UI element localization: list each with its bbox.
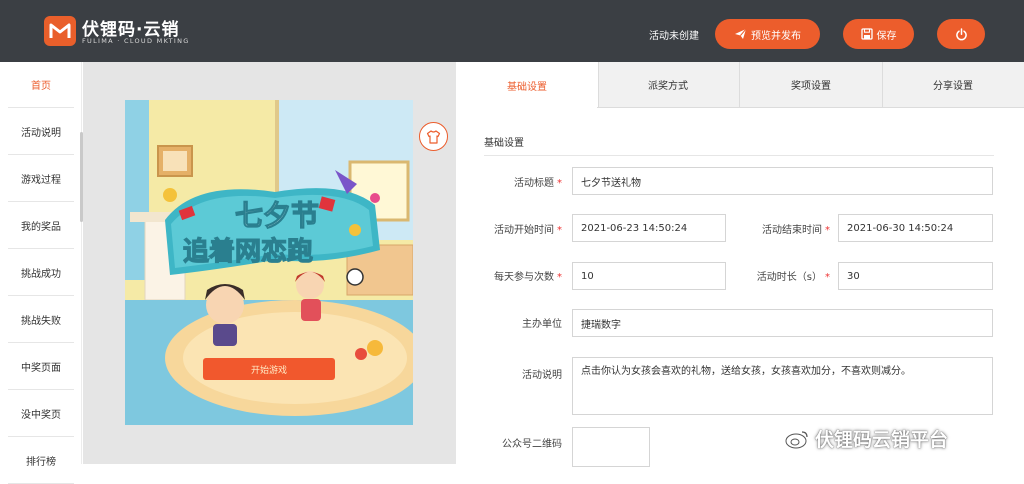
daily-count-input[interactable]: 10 [572, 262, 726, 290]
sidebar-item-challenge-success[interactable]: 挑战成功 [8, 250, 74, 296]
description-label: 活动说明 [522, 370, 562, 381]
organizer-input[interactable]: 捷瑞数字 [572, 309, 993, 337]
section-title: 基础设置 [484, 138, 524, 149]
sidebar-item-win-page[interactable]: 中奖页面 [8, 344, 74, 390]
daily-count-label: 每天参与次数 * [494, 272, 562, 283]
duration-label: 活动时长（s） * [756, 272, 830, 283]
send-icon [735, 28, 747, 39]
start-time-label: 活动开始时间 * [494, 225, 562, 236]
section-divider [484, 155, 994, 156]
duration-input[interactable]: 30 [838, 262, 993, 290]
sidebar-item-home[interactable]: 首页 [8, 62, 74, 108]
organizer-label: 主办单位 [522, 319, 562, 330]
game-preview-art: 七夕节 追着网恋跑 开始游戏 [125, 100, 413, 425]
preview-publish-button[interactable]: 预览并发布 [715, 19, 820, 49]
watermark: 伏锂码云销平台 [785, 425, 948, 452]
sidebar-item-lose-page[interactable]: 没中奖页 [8, 391, 74, 437]
power-button[interactable] [937, 19, 985, 49]
page-sidebar: 首页 活动说明 游戏过程 我的奖品 挑战成功 挑战失败 中奖页面 没中奖页 排行… [0, 62, 83, 484]
end-time-label: 活动结束时间 * [762, 225, 830, 236]
preview-title-line1: 七夕节 [235, 199, 319, 232]
brand-subtitle: FULIMA · CLOUD MKTING [82, 37, 190, 45]
sidebar-item-game-process[interactable]: 游戏过程 [8, 156, 74, 202]
preview-publish-label: 预览并发布 [751, 30, 801, 42]
preview-start-button: 开始游戏 [251, 364, 287, 376]
sidebar-item-my-prizes[interactable]: 我的奖品 [8, 203, 74, 249]
shirt-icon [426, 129, 441, 144]
preview-title-line2: 追着网恋跑 [183, 236, 313, 267]
game-preview-phone: 七夕节 追着网恋跑 开始游戏 [125, 100, 413, 425]
end-time-input[interactable]: 2021-06-30 14:50:24 [838, 214, 993, 242]
tab-prize-settings[interactable]: 奖项设置 [740, 62, 883, 108]
save-label: 保存 [876, 30, 897, 42]
activity-title-input[interactable]: 七夕节送礼物 [572, 167, 993, 195]
top-bar: 伏锂码·云销 FULIMA · CLOUD MKTING 活动未创建 预览并发布… [0, 0, 1024, 62]
qr-code-upload[interactable] [572, 427, 650, 467]
tab-share-settings[interactable]: 分享设置 [882, 62, 1024, 108]
qr-code-label: 公众号二维码 [502, 439, 562, 450]
start-time-input[interactable]: 2021-06-23 14:50:24 [572, 214, 726, 242]
sidebar-item-leaderboard[interactable]: 排行榜 [8, 438, 74, 484]
skin-button[interactable] [419, 122, 448, 151]
weibo-icon [785, 430, 808, 448]
save-button[interactable]: 保存 [843, 19, 914, 49]
sidebar-item-challenge-fail[interactable]: 挑战失败 [8, 297, 74, 343]
watermark-text: 伏锂码云销平台 [815, 429, 949, 451]
settings-tabs: 基础设置 派奖方式 奖项设置 分享设置 [456, 62, 1024, 108]
activity-status-text: 活动未创建 [649, 31, 699, 42]
sidebar-item-activity-rules[interactable]: 活动说明 [8, 109, 74, 155]
power-icon [955, 27, 967, 40]
tab-prize-delivery[interactable]: 派奖方式 [597, 62, 740, 108]
brand-logo [44, 16, 76, 46]
tab-basic-settings[interactable]: 基础设置 [456, 62, 599, 108]
preview-area: 七夕节 追着网恋跑 开始游戏 [83, 62, 456, 464]
save-icon [860, 28, 873, 40]
description-textarea[interactable]: 点击你认为女孩会喜欢的礼物，送给女孩，女孩喜欢加分，不喜欢则减分。 [572, 357, 993, 415]
activity-title-label: 活动标题 * [514, 178, 562, 189]
